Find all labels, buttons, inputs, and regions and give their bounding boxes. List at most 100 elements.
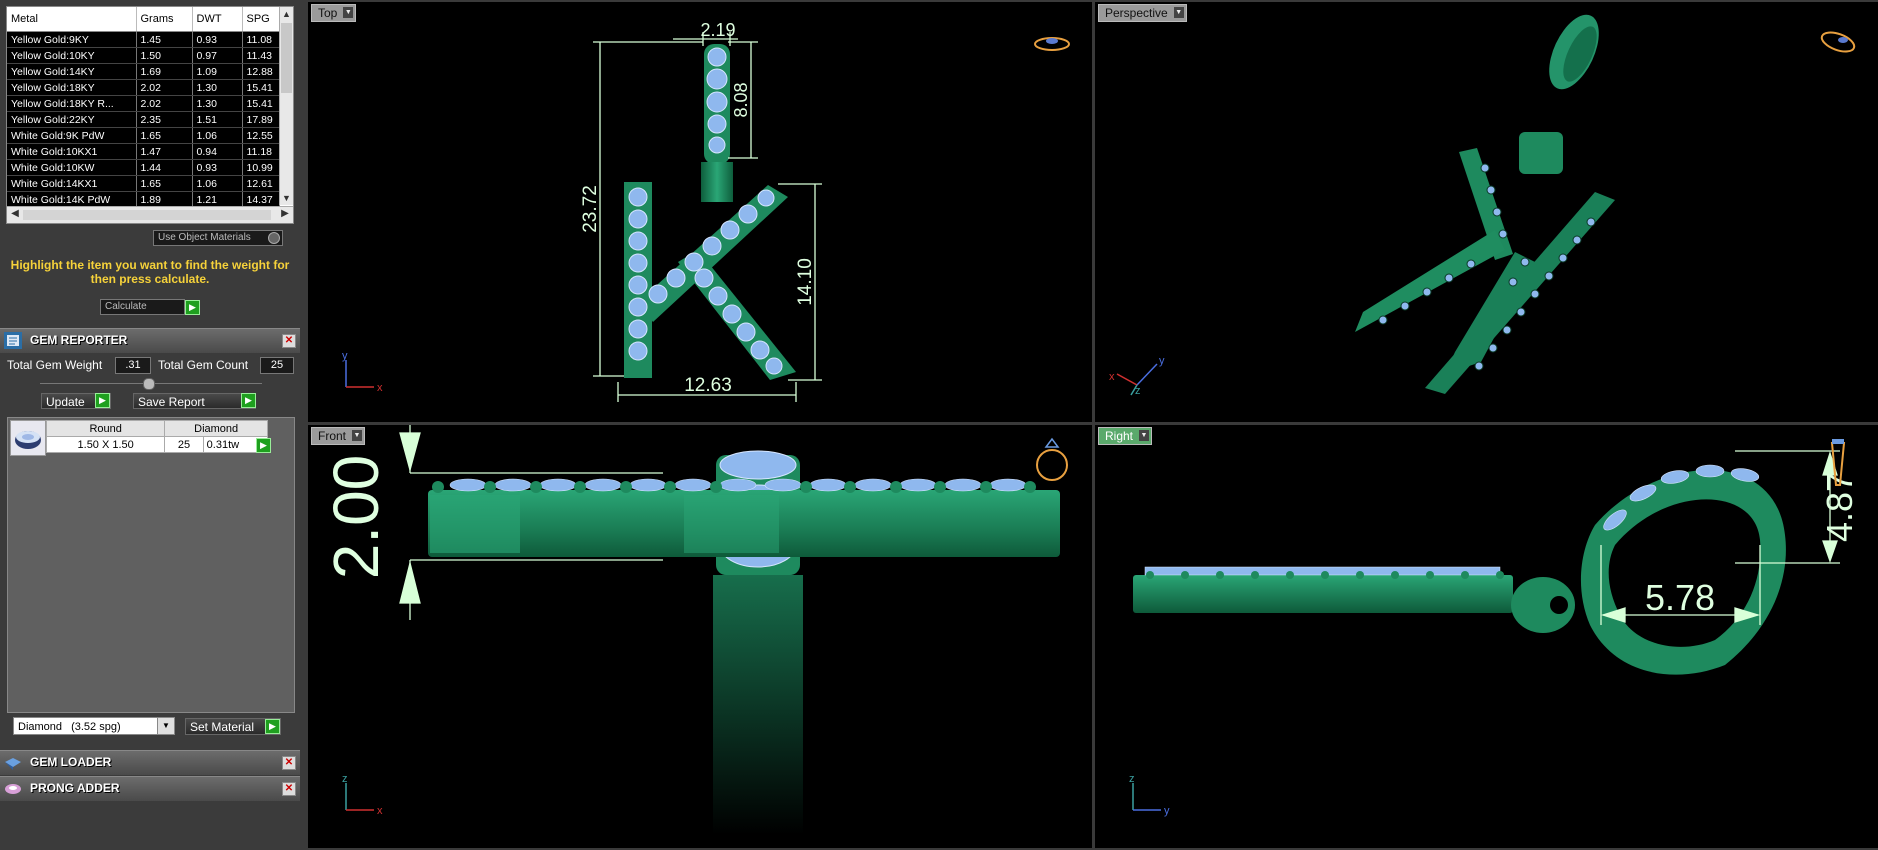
dim-14-10: 14.10 xyxy=(795,258,816,306)
table-cell: 0.97 xyxy=(192,47,243,64)
close-icon[interactable]: ✕ xyxy=(282,756,296,770)
metal-table-horizontal-scrollbar[interactable]: ◀ ▶ xyxy=(7,206,293,223)
viewport-top-label[interactable]: Top ▼ xyxy=(311,4,357,22)
gem-list: Round Diamond 1.50 X 1.50 25 0.31tw ▶ xyxy=(7,417,295,713)
close-icon[interactable]: ✕ xyxy=(282,334,296,348)
table-cell: 11.08 xyxy=(242,31,280,48)
axis-x-label: x xyxy=(1109,371,1115,383)
table-cell: 1.30 xyxy=(192,95,243,112)
viewport-front-label[interactable]: Front ▼ xyxy=(311,427,366,445)
set-material-go-icon[interactable]: ▶ xyxy=(265,719,280,734)
right-bar xyxy=(1133,575,1513,613)
gem-reporter-header[interactable]: GEM REPORTER ✕ xyxy=(0,328,300,353)
top-view-drawing: 2.19 8.08 23.72 14.10 12.63 y x xyxy=(342,20,1070,402)
table-row[interactable]: Yellow Gold:14KY 1.69 1.09 12.88 xyxy=(7,63,280,80)
gem-go-icon[interactable]: ▶ xyxy=(256,438,271,453)
calculate-label: Calculate xyxy=(105,301,147,312)
prong-adder-header[interactable]: PRONG ADDER ✕ xyxy=(0,776,300,801)
metal-table-vertical-scrollbar[interactable]: ▲ ▼ xyxy=(279,7,293,205)
viewport-perspective[interactable]: y x z Perspective ▼ xyxy=(1095,2,1878,422)
total-gem-weight-field[interactable]: .31 xyxy=(115,357,151,374)
axis-z-label: z xyxy=(1135,385,1141,397)
right-view-drawing: 4.87 5.78 z y xyxy=(1129,439,1860,817)
scroll-down-icon[interactable]: ▼ xyxy=(280,191,293,205)
metal-table-header[interactable]: DWT xyxy=(192,7,243,32)
viewport-top[interactable]: 2.19 8.08 23.72 14.10 12.63 y x Top ▼ xyxy=(308,2,1092,422)
gem-loader-header[interactable]: GEM LOADER ✕ xyxy=(0,750,300,775)
table-cell: 1.44 xyxy=(136,159,193,176)
chevron-down-icon[interactable]: ▼ xyxy=(157,718,174,734)
table-row[interactable]: White Gold:10KW 1.44 0.93 10.99 xyxy=(7,159,280,176)
axis-y-label: y xyxy=(1164,805,1170,817)
table-cell: 0.93 xyxy=(192,159,243,176)
viewport-perspective-label[interactable]: Perspective ▼ xyxy=(1098,4,1187,22)
calculate-go-icon[interactable]: ▶ xyxy=(185,300,200,315)
calculate-button[interactable]: Calculate xyxy=(100,299,185,315)
table-row[interactable]: Yellow Gold:18KY R... 2.02 1.30 15.41 xyxy=(7,95,280,112)
perspective-view-drawing: y x z xyxy=(1109,14,1856,397)
table-cell: 1.65 xyxy=(136,127,193,144)
table-row[interactable]: Yellow Gold:22KY 2.35 1.51 17.89 xyxy=(7,111,280,128)
dim-2-19: 2.19 xyxy=(700,20,735,40)
collapse-handle[interactable] xyxy=(143,378,155,390)
scroll-right-icon[interactable]: ▶ xyxy=(278,208,292,219)
gem-material-header: Diamond xyxy=(164,420,268,437)
axis-y-label: y xyxy=(342,350,348,362)
gem-loader-title: GEM LOADER xyxy=(30,755,112,769)
chevron-down-icon[interactable]: ▼ xyxy=(352,430,363,441)
gem-reporter-title: GEM REPORTER xyxy=(30,333,128,347)
chevron-down-icon[interactable]: ▼ xyxy=(343,7,354,18)
close-icon[interactable]: ✕ xyxy=(282,782,296,796)
scroll-up-icon[interactable]: ▲ xyxy=(280,7,293,21)
table-row[interactable]: Yellow Gold:18KY 2.02 1.30 15.41 xyxy=(7,79,280,96)
metal-table-header[interactable]: Grams xyxy=(136,7,193,32)
table-cell: Yellow Gold:18KY R... xyxy=(7,95,137,112)
chevron-down-icon[interactable]: ▼ xyxy=(1139,430,1150,441)
axis-z-label: z xyxy=(342,773,348,785)
scroll-thumb[interactable] xyxy=(281,23,292,93)
viewport-right-label-text: Right xyxy=(1105,429,1134,443)
table-cell: 1.69 xyxy=(136,63,193,80)
gem-size: 1.50 X 1.50 xyxy=(45,436,166,453)
save-report-button[interactable]: Save Report xyxy=(133,393,256,409)
viewport-top-label-text: Top xyxy=(318,6,338,20)
metal-weight-table: Metal Grams DWT SPG Yellow Gold:9KY 1.45 0.93… xyxy=(7,7,280,208)
table-cell: 0.93 xyxy=(192,31,243,48)
dim-8-08: 8.08 xyxy=(731,82,751,117)
gem-reporter-icon xyxy=(4,332,22,349)
viewport-front[interactable]: 2.00 z x Front ▼ xyxy=(308,425,1092,848)
scroll-left-icon[interactable]: ◀ xyxy=(8,208,22,219)
table-cell: 1.45 xyxy=(136,31,193,48)
table-cell: 17.89 xyxy=(242,111,280,128)
chevron-down-icon[interactable]: ▼ xyxy=(1173,7,1184,18)
metal-table-header[interactable]: SPG xyxy=(242,7,280,32)
table-row[interactable]: White Gold:14KX1 1.65 1.06 12.61 xyxy=(7,175,280,192)
table-row[interactable]: Yellow Gold:10KY 1.50 0.97 11.43 xyxy=(7,47,280,64)
save-report-go-icon[interactable]: ▶ xyxy=(241,393,256,408)
total-gem-count-field[interactable]: 25 xyxy=(260,357,294,374)
update-go-icon[interactable]: ▶ xyxy=(95,393,110,408)
use-object-materials-toggle[interactable]: Use Object Materials xyxy=(153,230,283,246)
material-select[interactable]: Diamond (3.52 spg) ▼ xyxy=(13,717,175,735)
gem-loader-icon xyxy=(5,758,21,770)
axis-indicator: y x xyxy=(342,350,383,394)
hscroll-thumb[interactable] xyxy=(23,210,271,220)
table-cell: 2.02 xyxy=(136,95,193,112)
gem-details: Round Diamond 1.50 X 1.50 25 0.31tw xyxy=(45,420,269,453)
gem-list-item[interactable]: Round Diamond 1.50 X 1.50 25 0.31tw ▶ xyxy=(10,420,271,456)
table-cell: 12.55 xyxy=(242,127,280,144)
round-diamond-icon xyxy=(10,420,46,456)
metal-table-header[interactable]: Metal xyxy=(7,7,137,32)
table-row[interactable]: White Gold:10KX1 1.47 0.94 11.18 xyxy=(7,143,280,160)
ring-orientation-icon xyxy=(1820,31,1856,53)
prong-adder-icon xyxy=(5,784,21,794)
viewport-right-label[interactable]: Right ▼ xyxy=(1098,427,1153,445)
use-object-materials-label: Use Object Materials xyxy=(158,232,251,243)
save-report-label: Save Report xyxy=(138,395,205,409)
gem-count: 25 xyxy=(164,436,204,453)
viewport-right[interactable]: 4.87 5.78 z y Right ▼ xyxy=(1095,425,1878,848)
table-row[interactable]: White Gold:9K PdW 1.65 1.06 12.55 xyxy=(7,127,280,144)
table-row[interactable]: Yellow Gold:9KY 1.45 0.93 11.08 xyxy=(7,31,280,48)
table-cell: 2.02 xyxy=(136,79,193,96)
table-cell: 11.18 xyxy=(242,143,280,160)
